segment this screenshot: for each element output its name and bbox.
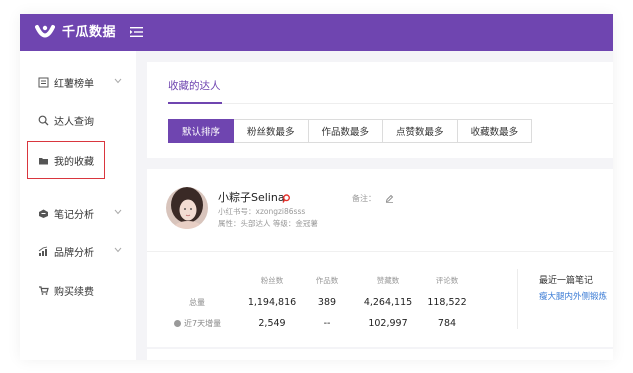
stat-header-works: 作品数 (315, 276, 339, 285)
stat-header-likes-collections: 赞藏数 (376, 276, 400, 285)
brand-logo-icon[interactable] (35, 24, 55, 40)
list-icon (38, 77, 49, 87)
sort-fans-button[interactable]: 粉丝数最多 (234, 119, 309, 143)
total-fans: 1,194,816 (247, 297, 297, 308)
stat-header-comments: 评论数 (435, 276, 459, 285)
redbook-id: 小红书号：xzongzi86sss (218, 207, 306, 216)
sidebar-item-label: 笔记分析 (54, 209, 94, 221)
folder-icon (39, 157, 48, 164)
search-icon (38, 115, 49, 125)
sidebar-item-label: 购买续费 (54, 286, 94, 298)
sidebar-item-label: 红薯榜单 (54, 78, 94, 90)
avatar[interactable] (166, 187, 208, 229)
week-fans: 2,549 (258, 318, 286, 329)
week-increase-label: 近7天增量 (174, 319, 221, 329)
sort-collections-button[interactable]: 收藏数最多 (457, 119, 533, 143)
chevron-down-icon (114, 209, 122, 215)
tab-favorite-influencers[interactable]: 收藏的达人 (168, 79, 221, 93)
edit-note-icon[interactable] (385, 194, 394, 203)
sidebar-item-label: 品牌分析 (54, 247, 94, 259)
info-icon[interactable] (174, 320, 181, 327)
sort-works-button[interactable]: 作品数最多 (308, 119, 384, 143)
sidebar-item-label: 我的收藏 (54, 156, 94, 168)
stat-header-fans: 粉丝数 (260, 276, 284, 285)
redbook-badge-icon (282, 194, 290, 203)
sort-likes-button[interactable]: 点赞数最多 (383, 119, 458, 143)
sidebar-item-favorites[interactable]: 我的收藏 (27, 141, 105, 179)
menu-collapse-icon[interactable] (130, 26, 143, 38)
sidebar-item-rankings[interactable]: 红薯榜单 (20, 63, 136, 101)
stats-divider (517, 269, 518, 329)
favorites-header-panel: 收藏的达人 默认排序 粉丝数最多 作品数最多 点赞数最多 收藏数最多 (147, 62, 613, 158)
sidebar-item-note-analysis[interactable]: 笔记分析 (20, 194, 136, 232)
week-likes-collections: 102,997 (368, 318, 408, 329)
influencer-card: 小粽子Selina 小红书号：xzongzi86sss 属性：头部达人 等级：金… (147, 169, 613, 347)
latest-note-title: 最近一篇笔记 (539, 276, 594, 286)
total-row-label: 总量 (189, 298, 205, 307)
top-bar: 千瓜数据 (20, 14, 613, 51)
total-likes-collections: 4,264,115 (363, 297, 413, 308)
sidebar-item-influencer-search[interactable]: 达人查询 (20, 101, 136, 139)
active-tab-indicator (168, 102, 222, 104)
chevron-down-icon (114, 78, 122, 84)
note-analysis-icon (39, 209, 48, 218)
brand-name[interactable]: 千瓜数据 (62, 24, 116, 41)
note-label: 备注： (352, 194, 376, 203)
chevron-down-icon (114, 247, 122, 253)
tab-divider (168, 103, 613, 104)
total-works: 389 (317, 297, 337, 308)
cart-icon (39, 285, 49, 295)
total-comments: 118,522 (427, 297, 467, 308)
sidebar-item-brand-analysis[interactable]: 品牌分析 (20, 232, 136, 270)
sidebar-item-purchase[interactable]: 购买续费 (20, 271, 136, 309)
sidebar-item-label: 达人查询 (54, 116, 94, 128)
week-works: -- (323, 318, 331, 329)
sort-default-button[interactable]: 默认排序 (168, 119, 235, 143)
week-increase-text: 近7天增量 (184, 319, 222, 328)
sidebar: 红薯榜单 达人查询 我的收藏 笔记分析 品牌分析 购买续费 (20, 51, 136, 360)
next-card-edge (147, 349, 613, 360)
bar-chart-icon (38, 246, 48, 256)
sort-button-group: 默认排序 粉丝数最多 作品数最多 点赞数最多 收藏数最多 (168, 119, 533, 143)
app-window: 千瓜数据 红薯榜单 达人查询 我的收藏 笔记分析 品牌分析 购买续费 收藏的达人… (20, 14, 613, 360)
influencer-name[interactable]: 小粽子Selina (218, 191, 285, 205)
latest-note-link[interactable]: 瘦大腿内外侧锻炼 (539, 292, 607, 303)
influencer-attributes: 属性：头部达人 等级：金冠薯 (218, 219, 318, 228)
card-divider (147, 251, 613, 252)
week-comments: 784 (437, 318, 457, 329)
